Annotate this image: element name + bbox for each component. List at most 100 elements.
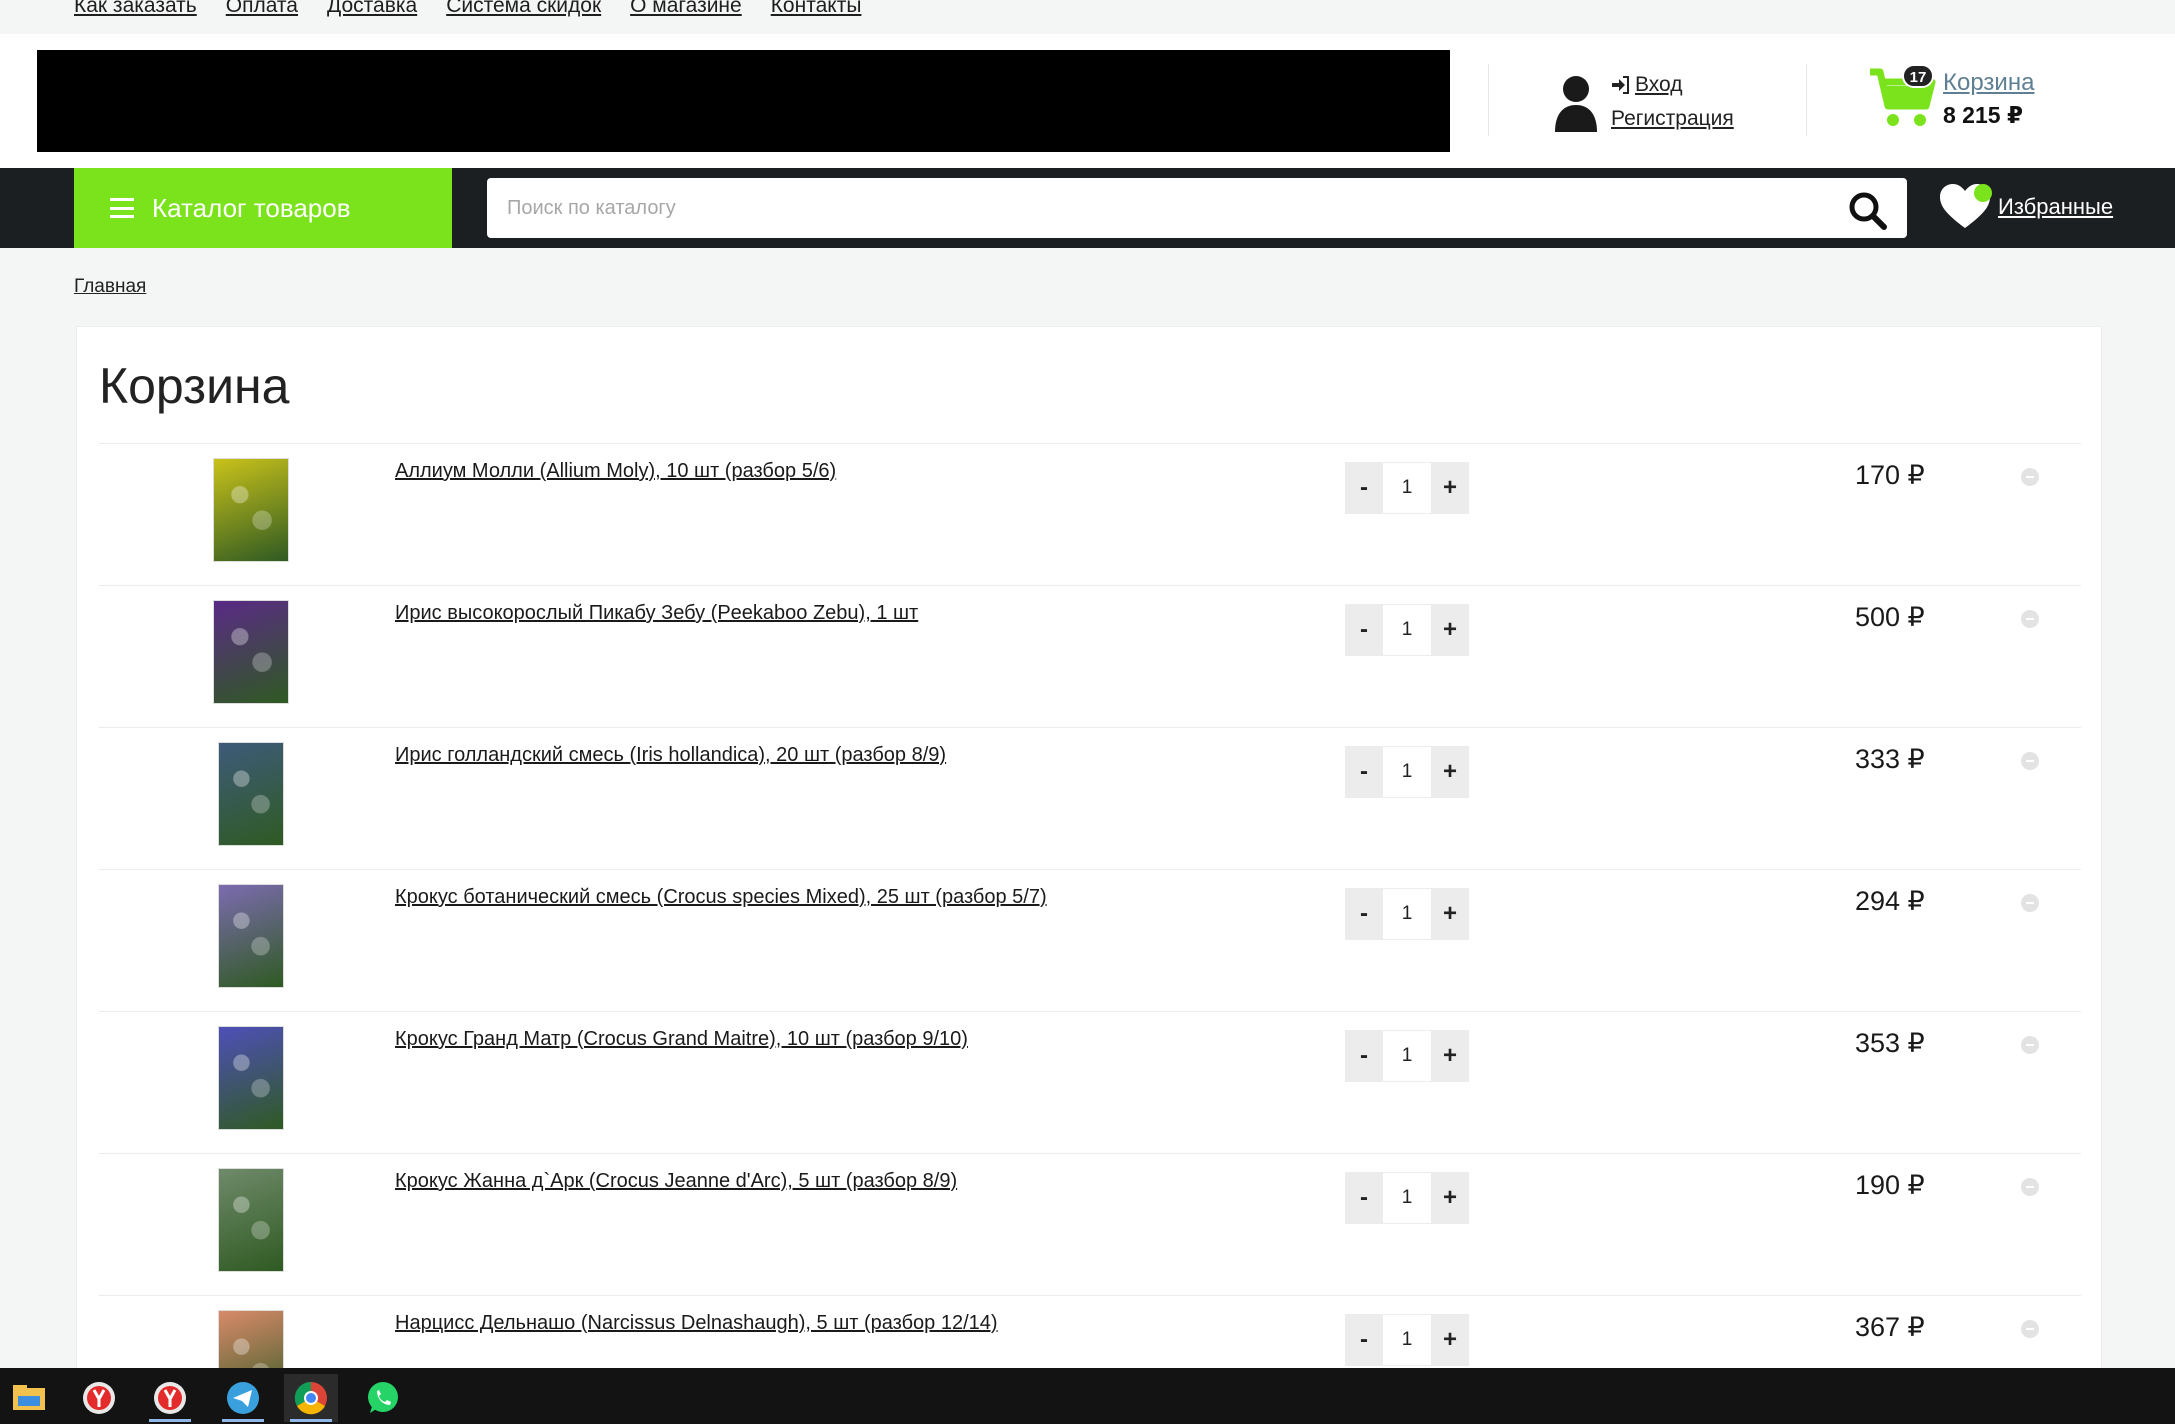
remove-item-icon[interactable]: [2021, 1036, 2039, 1054]
cart-summary: Корзина 8 215 ₽: [1943, 68, 2034, 132]
quantity-stepper: -1 +: [1345, 604, 1469, 656]
remove-item-icon[interactable]: [2021, 752, 2039, 770]
login-link[interactable]: Вход: [1635, 68, 1683, 102]
cart-item-row: Ирис голландский смесь (Iris hollandica)…: [99, 727, 2081, 869]
remove-item-icon[interactable]: [2021, 1178, 2039, 1196]
increase-quantity-button[interactable]: +: [1431, 746, 1469, 798]
top-nav: Как заказать Оплата Доставка Система ски…: [0, 0, 2175, 34]
cart-total: 8 215 ₽: [1943, 102, 2023, 128]
product-name-link[interactable]: Крокус Жанна д`Арк (Crocus Jeanne d'Arc)…: [395, 1170, 957, 1193]
remove-item-icon[interactable]: [2021, 468, 2039, 486]
nav-link-discounts[interactable]: Система скидок: [446, 0, 601, 18]
search-input[interactable]: [507, 178, 1807, 238]
cart-items-list: Аллиум Молли (Allium Moly), 10 шт (разбо…: [99, 443, 2081, 1424]
quantity-value[interactable]: 1: [1383, 888, 1431, 940]
sign-in-icon: [1612, 76, 1629, 94]
catalog-button[interactable]: Каталог товаров: [74, 168, 452, 248]
redacted-logo-area: [37, 50, 1450, 152]
quantity-value[interactable]: 1: [1383, 746, 1431, 798]
decrease-quantity-button[interactable]: -: [1345, 888, 1383, 940]
increase-quantity-button[interactable]: +: [1431, 1030, 1469, 1082]
heart-icon: [1938, 182, 1992, 232]
quantity-value[interactable]: 1: [1383, 1314, 1431, 1366]
increase-quantity-button[interactable]: +: [1431, 1314, 1469, 1366]
search-icon[interactable]: [1847, 190, 1887, 230]
product-name-link[interactable]: Нарцисс Дельнашо (Narcissus Delnashaugh)…: [395, 1312, 998, 1335]
breadcrumb-home[interactable]: Главная: [74, 276, 146, 297]
remove-item-icon[interactable]: [2021, 894, 2039, 912]
header-divider: [1488, 64, 1489, 136]
item-price: 353 ₽: [1855, 1028, 1925, 1058]
increase-quantity-button[interactable]: +: [1431, 1172, 1469, 1224]
product-image[interactable]: [218, 742, 284, 846]
quantity-value[interactable]: 1: [1383, 604, 1431, 656]
os-taskbar: [0, 1368, 2175, 1424]
increase-quantity-button[interactable]: +: [1431, 462, 1469, 514]
catalog-button-label: Каталог товаров: [152, 192, 351, 223]
product-image[interactable]: [218, 1026, 284, 1130]
product-thumbnail[interactable]: [195, 458, 307, 562]
yandex-browser-icon[interactable]: [143, 1374, 197, 1422]
page-title: Корзина: [99, 358, 290, 414]
product-name-link[interactable]: Ирис высокорослый Пикабу Зебу (Peekaboo …: [395, 602, 918, 625]
product-name-link[interactable]: Крокус Гранд Матр (Crocus Grand Maitre),…: [395, 1028, 968, 1051]
product-thumbnail[interactable]: [195, 742, 307, 846]
favorites-link[interactable]: Избранные: [1998, 194, 2113, 220]
telegram-icon[interactable]: [216, 1374, 270, 1422]
decrease-quantity-button[interactable]: -: [1345, 462, 1383, 514]
register-link[interactable]: Регистрация: [1611, 107, 1734, 130]
decrease-quantity-button[interactable]: -: [1345, 1314, 1383, 1366]
decrease-quantity-button[interactable]: -: [1345, 1172, 1383, 1224]
quantity-value[interactable]: 1: [1383, 1172, 1431, 1224]
nav-link-contacts[interactable]: Контакты: [771, 0, 862, 18]
product-thumbnail[interactable]: [195, 884, 307, 988]
cart-item-row: Крокус ботанический смесь (Crocus specie…: [99, 869, 2081, 1011]
header-divider: [1806, 64, 1807, 136]
favorites[interactable]: Избранные: [1938, 182, 2113, 232]
product-image[interactable]: [218, 1168, 284, 1272]
product-image[interactable]: [213, 600, 289, 704]
cart-item-row: Крокус Жанна д`Арк (Crocus Jeanne d'Arc)…: [99, 1153, 2081, 1295]
product-name-link[interactable]: Крокус ботанический смесь (Crocus specie…: [395, 886, 1047, 909]
file-explorer-icon[interactable]: [2, 1374, 56, 1422]
breadcrumb: Главная: [74, 276, 146, 298]
item-price: 294 ₽: [1855, 886, 1925, 916]
nav-link-delivery[interactable]: Доставка: [327, 0, 417, 18]
yandex-browser-icon[interactable]: [72, 1374, 126, 1422]
item-price: 333 ₽: [1855, 744, 1925, 774]
increase-quantity-button[interactable]: +: [1431, 604, 1469, 656]
cart-item-row: Ирис высокорослый Пикабу Зебу (Peekaboo …: [99, 585, 2081, 727]
cart-item-row: Крокус Гранд Матр (Crocus Grand Maitre),…: [99, 1011, 2081, 1153]
product-thumbnail[interactable]: [195, 1168, 307, 1272]
item-price: 170 ₽: [1855, 460, 1925, 490]
decrease-quantity-button[interactable]: -: [1345, 746, 1383, 798]
decrease-quantity-button[interactable]: -: [1345, 604, 1383, 656]
decrease-quantity-button[interactable]: -: [1345, 1030, 1383, 1082]
nav-link-about[interactable]: О магазине: [630, 0, 742, 18]
user-icon[interactable]: [1553, 74, 1599, 134]
item-price: 367 ₽: [1855, 1312, 1925, 1342]
product-thumbnail[interactable]: [195, 600, 307, 704]
cart-item-row: Аллиум Молли (Allium Moly), 10 шт (разбо…: [99, 443, 2081, 585]
nav-link-how-to-order[interactable]: Как заказать: [74, 0, 197, 18]
nav-link-payment[interactable]: Оплата: [226, 0, 298, 18]
remove-item-icon[interactable]: [2021, 610, 2039, 628]
quantity-stepper: -1 +: [1345, 1172, 1469, 1224]
product-name-link[interactable]: Ирис голландский смесь (Iris hollandica)…: [395, 744, 946, 767]
site-header: Вход Регистрация 17 Корзина 8 215 ₽: [0, 34, 2175, 168]
product-name-link[interactable]: Аллиум Молли (Allium Moly), 10 шт (разбо…: [395, 460, 836, 483]
quantity-value[interactable]: 1: [1383, 462, 1431, 514]
increase-quantity-button[interactable]: +: [1431, 888, 1469, 940]
product-thumbnail[interactable]: [195, 1026, 307, 1130]
cart-count-badge: 17: [1902, 64, 1934, 88]
remove-item-icon[interactable]: [2021, 1320, 2039, 1338]
product-image[interactable]: [218, 884, 284, 988]
quantity-value[interactable]: 1: [1383, 1030, 1431, 1082]
product-image[interactable]: [213, 458, 289, 562]
cart-link[interactable]: Корзина: [1943, 68, 2034, 98]
item-price: 190 ₽: [1855, 1170, 1925, 1200]
chrome-icon[interactable]: [284, 1374, 338, 1422]
account-links: Вход Регистрация: [1611, 68, 1734, 136]
whatsapp-icon[interactable]: [356, 1374, 410, 1422]
quantity-stepper: -1 +: [1345, 888, 1469, 940]
